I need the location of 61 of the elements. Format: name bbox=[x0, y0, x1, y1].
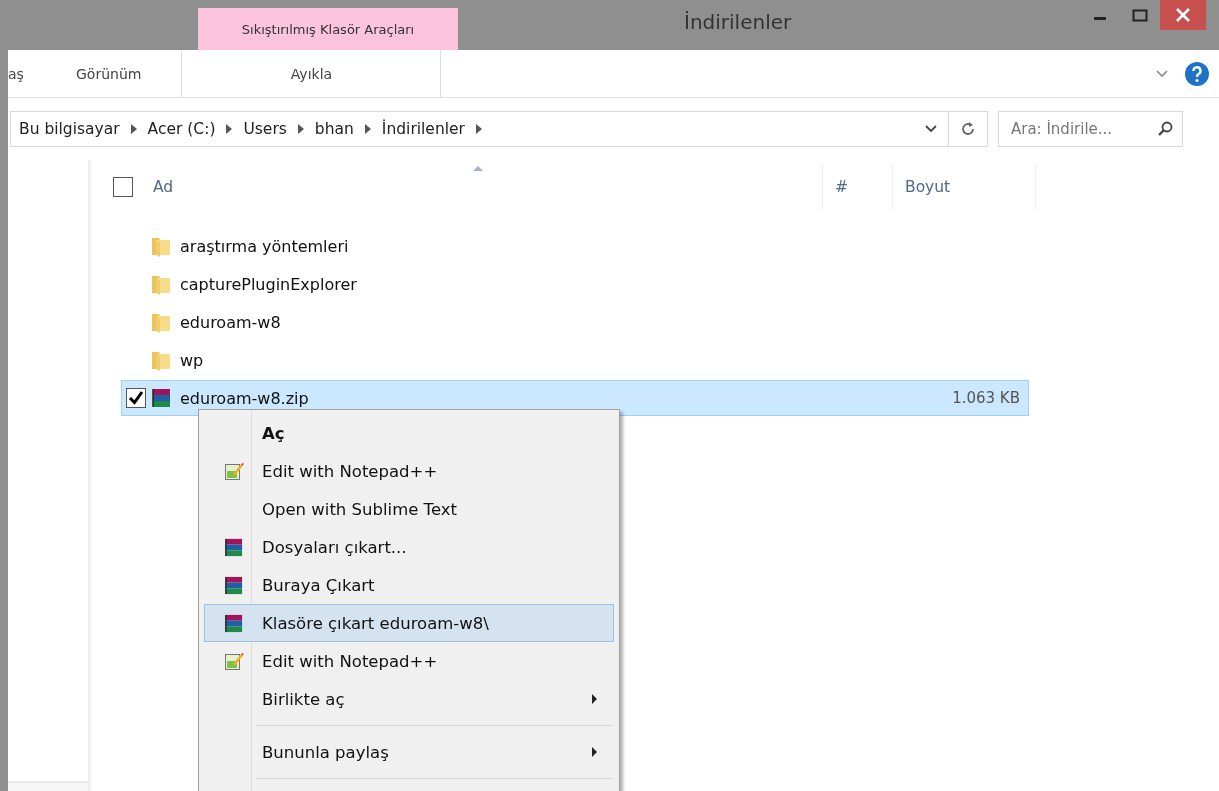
address-bar[interactable]: Bu bilgisayar Acer (C:) Users bhan İndirilenler bbox=[10, 111, 988, 147]
chevron-icon[interactable] bbox=[1155, 68, 1169, 79]
close-icon[interactable] bbox=[1160, 0, 1206, 30]
archive-icon bbox=[223, 612, 244, 634]
dropdown-icon[interactable] bbox=[925, 125, 937, 133]
file-row[interactable]: araştırma yöntemleri bbox=[121, 228, 1029, 264]
breadcrumb[interactable]: Acer (C:) bbox=[147, 120, 216, 138]
checkbox[interactable] bbox=[126, 388, 146, 408]
contextual-tab-group: Sıkıştırılmış Klasör Araçları bbox=[198, 8, 458, 50]
chevron-right-icon[interactable] bbox=[297, 124, 304, 134]
checkbox[interactable] bbox=[113, 177, 133, 197]
notepad-icon bbox=[223, 461, 244, 481]
breadcrumb[interactable]: bhan bbox=[314, 120, 354, 138]
column-header[interactable]: Ad bbox=[153, 178, 174, 196]
column-header[interactable]: Boyut bbox=[905, 178, 951, 196]
archive-icon bbox=[150, 387, 172, 409]
chevron-right-icon[interactable] bbox=[475, 124, 482, 134]
chevron-right-icon[interactable] bbox=[226, 124, 233, 134]
archive-icon bbox=[223, 574, 244, 596]
file-row[interactable]: wp bbox=[121, 342, 1029, 378]
refresh-icon bbox=[960, 121, 976, 137]
chevron-right-icon[interactable] bbox=[364, 124, 371, 134]
window-title: İndirilenler bbox=[684, 10, 792, 34]
file-name: eduroam-w8 bbox=[180, 312, 281, 332]
file-name: eduroam-w8.zip bbox=[180, 388, 309, 408]
submenu-arrow-icon bbox=[592, 694, 597, 704]
breadcrumb[interactable]: Bu bilgisayar bbox=[19, 120, 120, 138]
file-name: araştırma yöntemleri bbox=[180, 236, 349, 256]
archive-icon bbox=[223, 536, 244, 558]
ribbon-tab[interactable]: Ayıkla bbox=[181, 50, 442, 97]
folder-icon bbox=[150, 311, 172, 333]
folder-icon bbox=[150, 349, 172, 371]
ribbon-tab[interactable]: Görünüm bbox=[48, 50, 170, 97]
file-row[interactable]: eduroam-w8 bbox=[121, 304, 1029, 340]
menu-item[interactable]: Open with Sublime Text bbox=[204, 490, 614, 528]
chevron-right-icon[interactable] bbox=[130, 124, 137, 134]
ribbon-tab[interactable]: aş bbox=[8, 50, 48, 97]
file-row[interactable]: eduroam-w8.zip 1.063 KB bbox=[121, 380, 1029, 416]
menu-item[interactable]: Birlikte aç bbox=[204, 680, 614, 718]
file-row[interactable]: capturePluginExplorer bbox=[121, 266, 1029, 302]
breadcrumb[interactable]: Users bbox=[243, 120, 287, 138]
file-name: capturePluginExplorer bbox=[180, 274, 357, 294]
menu-item[interactable]: Dosyaları çıkart... bbox=[204, 528, 614, 566]
menu-item[interactable]: Aç bbox=[204, 414, 614, 452]
file-name: wp bbox=[180, 350, 204, 370]
scrollbar[interactable] bbox=[8, 781, 88, 791]
column-header[interactable]: # bbox=[835, 178, 848, 196]
folder-icon bbox=[150, 235, 172, 257]
notepad-icon bbox=[223, 651, 244, 671]
menu-item[interactable]: Edit with Notepad++ bbox=[204, 452, 614, 490]
search-icon bbox=[1157, 121, 1173, 137]
search-field[interactable]: Ara: İndirile... bbox=[998, 111, 1183, 147]
menu-item[interactable]: Edit with Notepad++ bbox=[204, 642, 614, 680]
menu-item[interactable]: Klasöre çıkart eduroam-w8\ bbox=[204, 604, 614, 642]
folder-icon bbox=[150, 273, 172, 295]
menu-item[interactable]: Buraya Çıkart bbox=[204, 566, 614, 604]
submenu-arrow-icon bbox=[592, 747, 597, 757]
file-size: 1.063 KB bbox=[952, 389, 1020, 407]
breadcrumb[interactable]: İndirilenler bbox=[381, 120, 465, 138]
menu-item[interactable]: Bununla paylaş bbox=[204, 733, 614, 771]
help-icon[interactable] bbox=[1185, 61, 1209, 86]
